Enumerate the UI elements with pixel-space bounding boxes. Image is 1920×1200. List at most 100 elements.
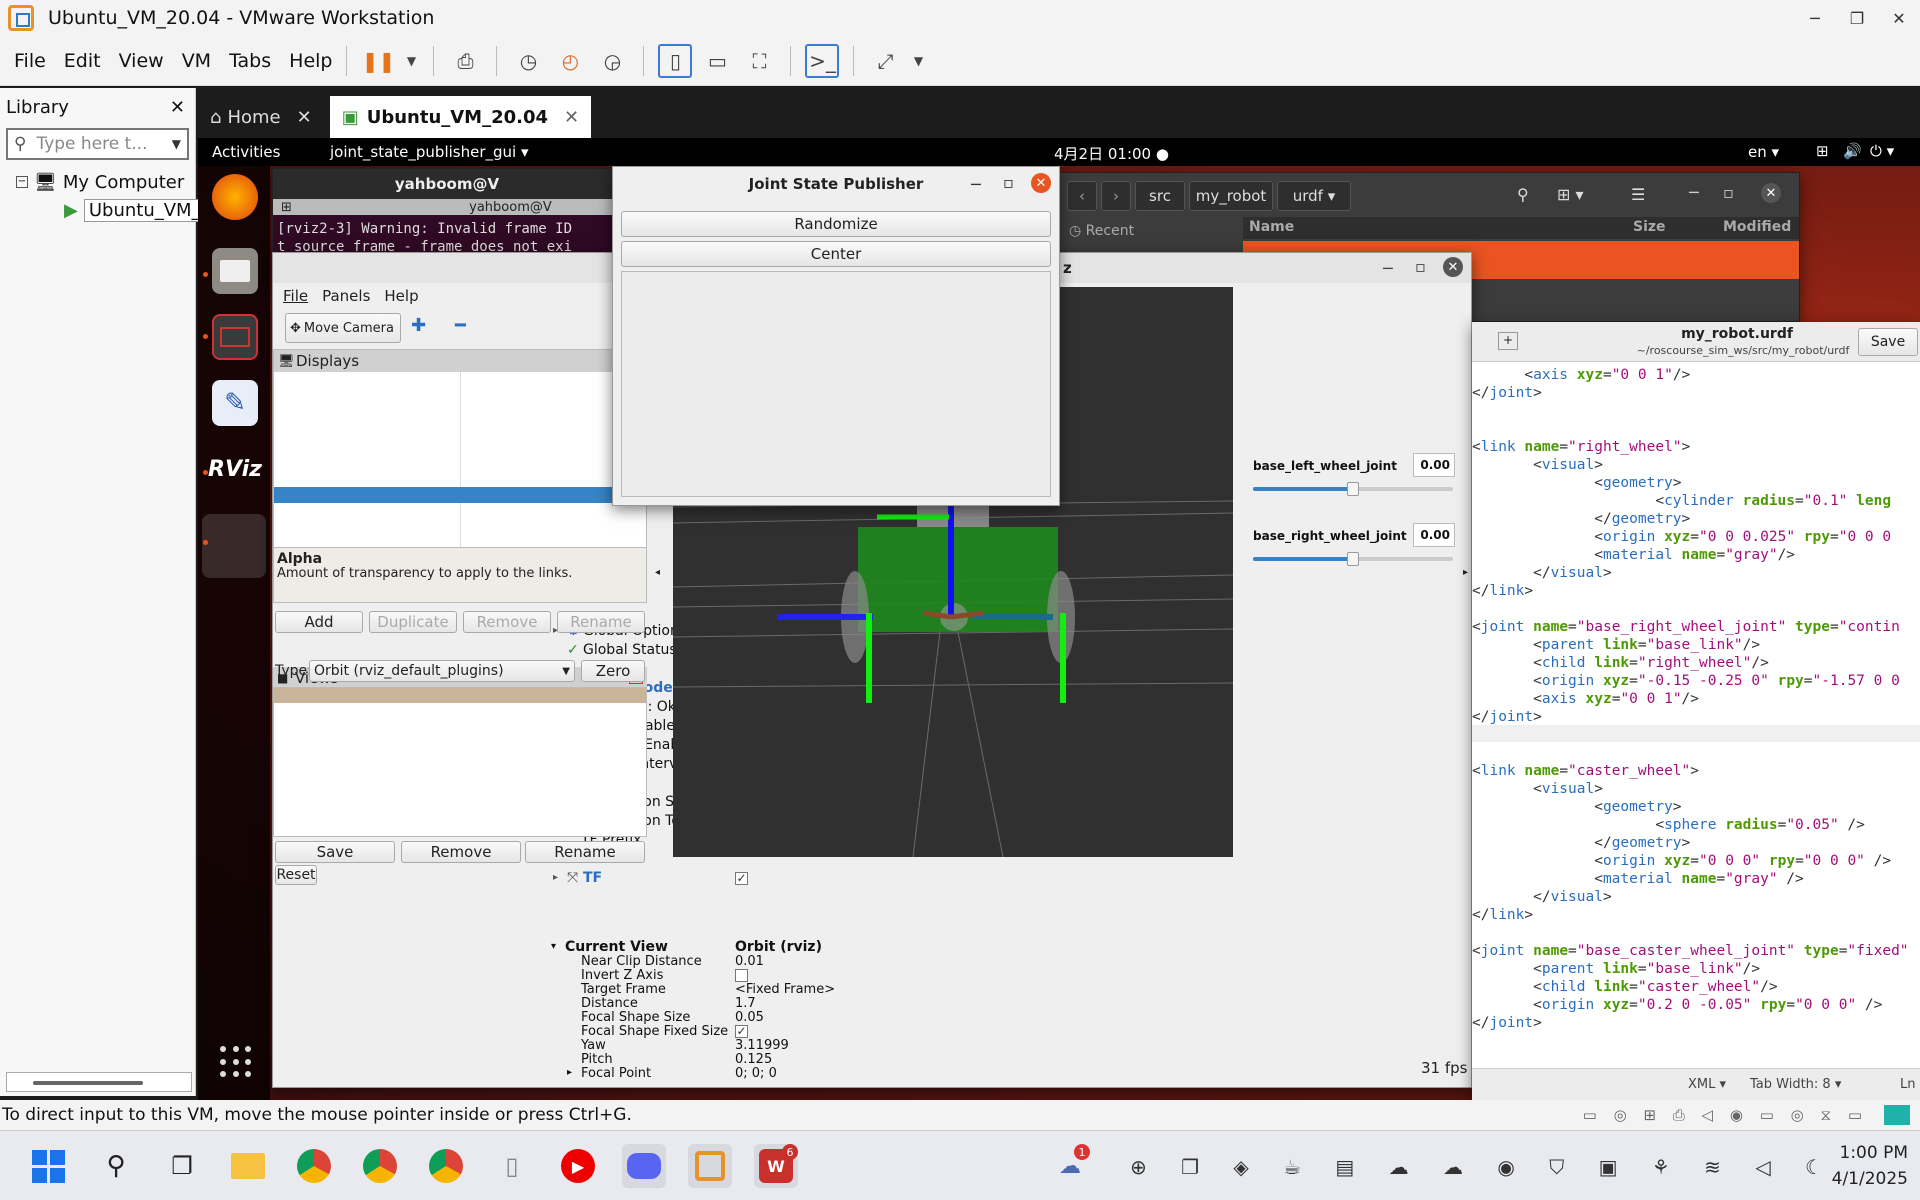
rviz-menu-file[interactable]: File xyxy=(283,287,308,305)
app-menu[interactable]: joint_state_publisher_gui ▾ xyxy=(330,143,529,161)
back-button[interactable]: ‹ xyxy=(1067,181,1097,211)
files-search-icon[interactable]: ⚲ xyxy=(1517,185,1529,204)
power-icon[interactable]: ⏻ ▾ xyxy=(1870,142,1894,160)
fullscreen-icon[interactable]: ⛶ xyxy=(742,44,776,78)
menu-file[interactable]: File xyxy=(14,50,46,72)
files-icon[interactable] xyxy=(212,248,258,294)
volume-icon[interactable]: 🔊 xyxy=(1843,142,1862,160)
search-icon[interactable]: ⚲ xyxy=(94,1144,138,1188)
remove-view-button[interactable]: Remove xyxy=(401,841,521,863)
code-view[interactable]: <axis xyz="0 0 1"/> </joint> <link name=… xyxy=(1472,366,1909,1032)
terminal-icon[interactable] xyxy=(212,314,258,360)
files-recent[interactable]: ◷ Recent xyxy=(1069,223,1134,239)
move-camera-button[interactable]: ✥ Move Camera xyxy=(285,313,401,343)
thumbnail-view-icon[interactable]: ▭ xyxy=(700,44,734,78)
rviz-menu-help[interactable]: Help xyxy=(384,287,418,305)
joint-value-field[interactable]: 0.00 xyxy=(1413,453,1455,477)
minimize-button[interactable]: ─ xyxy=(1794,0,1836,36)
tab-home[interactable]: ⌂ Home ✕ xyxy=(198,96,324,138)
menu-tabs[interactable]: Tabs xyxy=(229,50,271,72)
language-selector[interactable]: XML ▾ xyxy=(1688,1077,1726,1092)
view-toggle-icon[interactable]: ⊞ ▾ xyxy=(1557,185,1584,204)
tray-icons[interactable]: ⊕ ❐ ◈ ☕ ▤ ☁ ☁ ◉ ⛉ ▣ ⚘ ≋ ◁ ☾ xyxy=(1130,1155,1837,1179)
files-menu-icon[interactable]: ☰ xyxy=(1631,185,1645,204)
zero-button[interactable]: Zero xyxy=(581,660,645,682)
language-indicator[interactable]: en ▾ xyxy=(1748,143,1779,161)
expand-arrow-icon[interactable]: ▾ xyxy=(551,941,556,952)
console-view-icon[interactable]: >_ xyxy=(805,43,840,78)
view-prop-row[interactable]: Distance 1.7 xyxy=(545,996,917,1011)
revert-snapshot-icon[interactable]: ◴ xyxy=(553,44,587,78)
chrome-profile-icon[interactable] xyxy=(358,1144,402,1188)
stretch-icon[interactable]: ⤢ xyxy=(868,44,902,78)
close-button[interactable]: ✕ xyxy=(1878,0,1920,36)
network-icon[interactable]: ⊞ xyxy=(1816,142,1829,160)
view-prop-value[interactable]: ✓ xyxy=(735,1025,748,1038)
col-size[interactable]: Size xyxy=(1633,219,1666,235)
files-close-icon[interactable]: ✕ xyxy=(1761,183,1781,203)
view-prop-row[interactable]: Near Clip Distance 0.01 xyxy=(545,954,917,969)
crumb-urdf[interactable]: urdf ▾ xyxy=(1277,181,1351,211)
expand-arrow-icon[interactable]: ▸ xyxy=(553,872,558,883)
jsp-minimize-icon[interactable]: ─ xyxy=(971,175,981,194)
chrome-icon[interactable] xyxy=(292,1144,336,1188)
discord-icon[interactable] xyxy=(622,1144,666,1188)
new-tab-icon[interactable]: + xyxy=(1498,332,1518,350)
tree-my-computer[interactable]: − 🖥 My Computer xyxy=(0,168,195,196)
library-scrollbar[interactable] xyxy=(6,1072,192,1092)
joint-slider[interactable] xyxy=(1253,482,1453,496)
tree-vm-item[interactable]: ▶ Ubuntu_VM_ xyxy=(0,196,206,224)
text-editor-icon[interactable]: ✎ xyxy=(212,380,258,426)
crumb-my-robot[interactable]: my_robot xyxy=(1189,181,1273,211)
jsp-close-icon[interactable]: ✕ xyxy=(1031,173,1051,193)
rviz-maximize-icon[interactable]: ▫ xyxy=(1415,257,1426,276)
current-view-row[interactable]: ▾ Current View Orbit (rviz) xyxy=(545,939,917,955)
firefox-icon[interactable] xyxy=(212,174,258,220)
task-view-icon[interactable]: ❐ xyxy=(160,1144,204,1188)
library-view-icon[interactable]: ▯ xyxy=(658,43,693,78)
view-prop-row[interactable]: Invert Z Axis xyxy=(545,968,917,983)
forward-button[interactable]: › xyxy=(1101,181,1131,211)
library-search[interactable]: ⚲ Type here t... ▼ xyxy=(6,128,189,160)
start-icon[interactable] xyxy=(26,1144,70,1188)
menu-view[interactable]: View xyxy=(119,50,164,72)
reset-button[interactable]: Reset xyxy=(275,865,317,885)
taskbar-time[interactable]: 1:00 PM xyxy=(1828,1143,1909,1163)
mouse-app-icon[interactable]: ▯ xyxy=(490,1144,534,1188)
show-apps-icon[interactable] xyxy=(220,1046,252,1078)
col-modified[interactable]: Modified xyxy=(1723,219,1791,235)
rviz-close-icon[interactable]: ✕ xyxy=(1443,257,1463,277)
vmware-taskbar-icon[interactable] xyxy=(688,1144,732,1188)
send-ctrl-alt-del-icon[interactable]: ⎙ xyxy=(448,44,482,78)
joint-slider-handle[interactable] xyxy=(1347,552,1359,566)
joint-value-field[interactable]: 0.00 xyxy=(1413,523,1455,547)
close-library-icon[interactable]: ✕ xyxy=(170,97,185,118)
device-icons[interactable]: ▭ ◎ ⊞ ⎙ ◁ ◉ ▭ ◎ ⧖ ▭ xyxy=(1583,1106,1868,1124)
terminal-tab-title[interactable]: yahboom@V xyxy=(300,200,621,215)
tab-ubuntu-vm[interactable]: ▣ Ubuntu_VM_20.04 ✕ xyxy=(329,96,592,138)
display-tree-value[interactable]: ✓ xyxy=(735,872,748,885)
view-prop-value[interactable] xyxy=(735,969,748,982)
close-tab-icon[interactable]: ✕ xyxy=(564,107,579,128)
view-prop-value[interactable]: 3.11999 xyxy=(735,1038,789,1053)
snapshot-icon[interactable]: ◷ xyxy=(511,44,545,78)
close-tab-icon[interactable]: ✕ xyxy=(297,107,312,128)
youtube-music-icon[interactable]: ▶ xyxy=(556,1144,600,1188)
randomize-button[interactable]: Randomize xyxy=(621,211,1051,237)
rename-display-button[interactable]: Rename xyxy=(557,611,645,633)
menu-vm[interactable]: VM xyxy=(182,50,211,72)
file-explorer-icon[interactable] xyxy=(226,1144,270,1188)
taskbar-date[interactable]: 4/1/2025 xyxy=(1820,1169,1908,1189)
view-prop-value[interactable]: 1.7 xyxy=(735,996,756,1011)
activities-button[interactable]: Activities xyxy=(212,143,280,161)
rviz-menu-panels[interactable]: Panels xyxy=(322,287,370,305)
col-name[interactable]: Name xyxy=(1249,219,1294,235)
menu-help[interactable]: Help xyxy=(289,50,332,72)
remove-display-button[interactable]: Remove xyxy=(463,611,551,633)
weather-widget-icon[interactable]: ☁ 1 xyxy=(1048,1144,1092,1188)
rviz-minimize-icon[interactable]: ─ xyxy=(1383,259,1393,278)
save-view-button[interactable]: Save xyxy=(275,841,395,863)
vm-status-accent-icon[interactable] xyxy=(1884,1105,1910,1125)
line-col-indicator[interactable]: Ln xyxy=(1900,1077,1915,1092)
remove-tool-icon[interactable]: ━ xyxy=(455,315,466,336)
